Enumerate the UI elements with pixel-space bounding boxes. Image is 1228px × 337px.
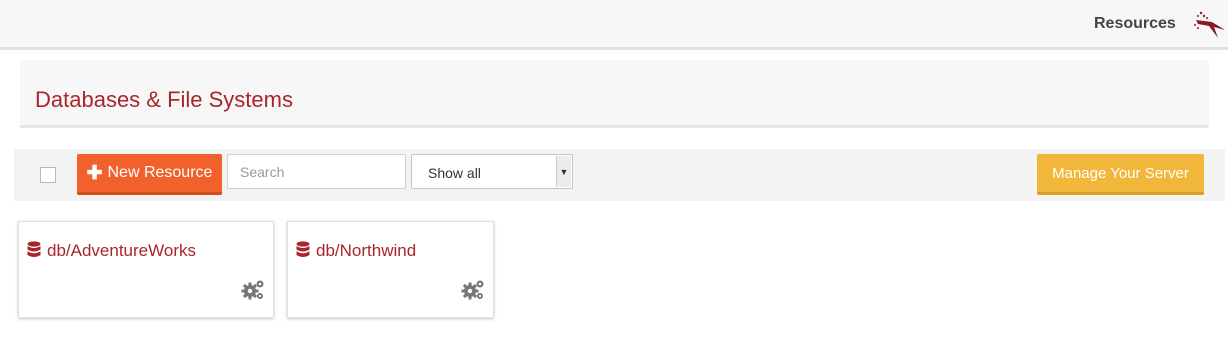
gears-icon[interactable]	[241, 279, 265, 301]
page-header: Databases & File Systems	[20, 60, 1209, 128]
search-input[interactable]	[227, 154, 406, 189]
resource-name[interactable]: db/AdventureWorks	[47, 241, 196, 261]
top-navbar: Resources	[0, 0, 1228, 50]
bird-logo-icon[interactable]	[1192, 10, 1226, 40]
filter-select[interactable]: Show all ▼	[411, 154, 573, 189]
resource-card[interactable]: db/Northwind	[287, 221, 494, 318]
nav-resources-link[interactable]: Resources	[1094, 15, 1176, 33]
filter-selected-value: Show all	[428, 165, 481, 181]
select-all-checkbox[interactable]	[40, 167, 56, 183]
page-title: Databases & File Systems	[35, 87, 293, 112]
resource-name[interactable]: db/Northwind	[316, 241, 416, 261]
manage-server-button[interactable]: Manage Your Server	[1037, 154, 1204, 195]
gears-icon[interactable]	[461, 279, 485, 301]
database-icon	[296, 241, 310, 257]
resource-card[interactable]: db/AdventureWorks	[18, 221, 274, 318]
resource-toolbar: ✚ New Resource Show all ▼ Manage Your Se…	[14, 149, 1225, 201]
database-icon	[27, 241, 41, 257]
plus-icon: ✚	[86, 162, 103, 184]
new-resource-label: New Resource	[107, 164, 213, 181]
chevron-down-icon[interactable]: ▼	[556, 156, 571, 187]
new-resource-button[interactable]: ✚ New Resource	[77, 154, 222, 195]
